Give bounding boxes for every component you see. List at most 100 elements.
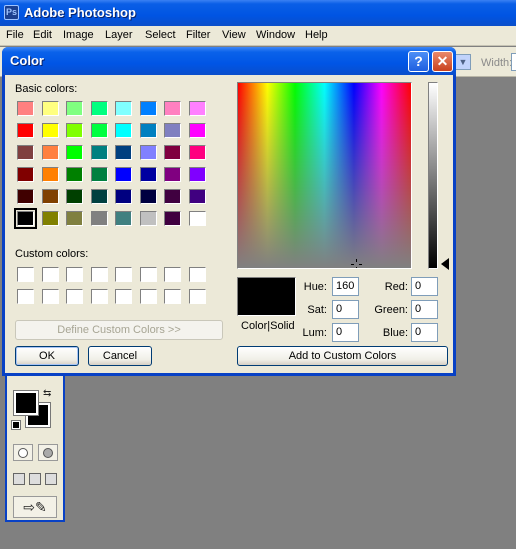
- basic-color-swatch[interactable]: [164, 145, 181, 160]
- menu-select[interactable]: Select: [145, 29, 176, 41]
- basic-color-swatch[interactable]: [164, 211, 181, 226]
- custom-color-swatch[interactable]: [139, 289, 157, 304]
- basic-color-swatch[interactable]: [139, 167, 157, 182]
- basic-color-swatch[interactable]: [188, 101, 206, 116]
- basic-color-swatch[interactable]: [66, 211, 83, 226]
- basic-color-swatch[interactable]: [188, 211, 206, 226]
- basic-color-swatch[interactable]: [17, 145, 34, 160]
- basic-color-swatch[interactable]: [139, 211, 157, 226]
- basic-color-swatch[interactable]: [164, 123, 181, 138]
- custom-color-swatch[interactable]: [17, 289, 34, 304]
- sat-input[interactable]: 0: [332, 300, 359, 319]
- swap-colors-icon[interactable]: ⇆: [43, 388, 51, 399]
- menu-layer[interactable]: Layer: [105, 29, 133, 41]
- basic-color-swatch[interactable]: [17, 101, 34, 116]
- basic-color-swatch[interactable]: [115, 145, 132, 160]
- basic-color-swatch[interactable]: [41, 123, 59, 138]
- full-screen-menu-mode-button[interactable]: [29, 473, 41, 485]
- custom-color-swatch[interactable]: [164, 289, 181, 304]
- default-colors-icon[interactable]: [11, 420, 21, 430]
- custom-color-swatch[interactable]: [188, 289, 206, 304]
- basic-color-swatch[interactable]: [115, 211, 132, 226]
- custom-color-swatch[interactable]: [164, 267, 181, 282]
- basic-color-swatch[interactable]: [188, 145, 206, 160]
- standard-mode-button[interactable]: [13, 444, 33, 461]
- standard-screen-mode-button[interactable]: [13, 473, 25, 485]
- basic-color-swatch[interactable]: [188, 167, 206, 182]
- custom-color-swatch[interactable]: [41, 267, 59, 282]
- basic-color-swatch[interactable]: [115, 167, 132, 182]
- basic-color-swatch[interactable]: [41, 101, 59, 116]
- cancel-button[interactable]: Cancel: [88, 346, 152, 366]
- basic-color-swatch[interactable]: [139, 101, 157, 116]
- menu-window[interactable]: Window: [256, 29, 295, 41]
- menu-edit[interactable]: Edit: [33, 29, 52, 41]
- basic-color-swatch[interactable]: [164, 189, 181, 204]
- menu-help[interactable]: Help: [305, 29, 328, 41]
- custom-color-swatch[interactable]: [17, 267, 34, 282]
- custom-color-swatch[interactable]: [188, 267, 206, 282]
- custom-color-swatch[interactable]: [66, 267, 83, 282]
- basic-color-swatch[interactable]: [139, 145, 157, 160]
- basic-color-swatch[interactable]: [41, 167, 59, 182]
- jump-to-imageready-button[interactable]: ⇨✎: [13, 496, 57, 518]
- basic-color-swatch[interactable]: [66, 189, 83, 204]
- width-input[interactable]: [511, 53, 516, 71]
- basic-color-swatch[interactable]: [41, 145, 59, 160]
- basic-color-swatch[interactable]: [41, 189, 59, 204]
- menu-view[interactable]: View: [222, 29, 246, 41]
- basic-color-swatch[interactable]: [90, 123, 108, 138]
- menu-image[interactable]: Image: [63, 29, 94, 41]
- basic-color-swatch[interactable]: [164, 167, 181, 182]
- green-input[interactable]: 0: [411, 300, 438, 319]
- basic-color-swatch[interactable]: [90, 101, 108, 116]
- basic-color-swatch[interactable]: [115, 123, 132, 138]
- basic-color-swatch[interactable]: [66, 123, 83, 138]
- basic-color-swatch[interactable]: [90, 211, 108, 226]
- close-button[interactable]: ✕: [432, 51, 453, 72]
- green-label: Green:: [374, 304, 408, 316]
- menu-filter[interactable]: Filter: [186, 29, 210, 41]
- basic-color-swatch[interactable]: [41, 211, 59, 226]
- luminance-slider[interactable]: [428, 82, 438, 269]
- quick-mask-mode-button[interactable]: [38, 444, 58, 461]
- color-spectrum-picker[interactable]: [237, 82, 412, 269]
- custom-color-swatch[interactable]: [115, 267, 132, 282]
- basic-color-swatch[interactable]: [188, 123, 206, 138]
- basic-color-swatch[interactable]: [66, 167, 83, 182]
- style-dropdown-button[interactable]: ▼: [455, 54, 471, 70]
- basic-color-swatch[interactable]: [17, 167, 34, 182]
- basic-color-swatch[interactable]: [17, 123, 34, 138]
- foreground-color-swatch[interactable]: [13, 390, 39, 416]
- add-to-custom-colors-button[interactable]: Add to Custom Colors: [237, 346, 448, 366]
- luminance-arrow-icon[interactable]: [441, 258, 449, 270]
- full-screen-mode-button[interactable]: [45, 473, 57, 485]
- red-input[interactable]: 0: [411, 277, 438, 296]
- menu-file[interactable]: File: [6, 29, 24, 41]
- ok-button[interactable]: OK: [15, 346, 79, 366]
- basic-color-swatch[interactable]: [115, 189, 132, 204]
- basic-color-swatch[interactable]: [164, 101, 181, 116]
- basic-color-swatch[interactable]: [66, 101, 83, 116]
- custom-color-swatch[interactable]: [90, 267, 108, 282]
- custom-color-swatch[interactable]: [90, 289, 108, 304]
- basic-color-swatch[interactable]: [188, 189, 206, 204]
- basic-color-swatch[interactable]: [90, 167, 108, 182]
- basic-color-swatch[interactable]: [17, 189, 34, 204]
- help-button[interactable]: ?: [408, 51, 429, 72]
- custom-color-swatch[interactable]: [115, 289, 132, 304]
- custom-color-swatch[interactable]: [41, 289, 59, 304]
- basic-color-swatch[interactable]: [139, 189, 157, 204]
- basic-color-swatch[interactable]: [115, 101, 132, 116]
- lum-input[interactable]: 0: [332, 323, 359, 342]
- basic-color-swatch[interactable]: [90, 189, 108, 204]
- basic-color-swatch[interactable]: [90, 145, 108, 160]
- hue-input[interactable]: 160: [332, 277, 359, 296]
- spectrum-crosshair-icon[interactable]: [351, 259, 362, 268]
- blue-input[interactable]: 0: [411, 323, 438, 342]
- basic-color-swatch[interactable]: [66, 145, 83, 160]
- basic-color-swatch[interactable]: [14, 208, 37, 229]
- basic-color-swatch[interactable]: [139, 123, 157, 138]
- custom-color-swatch[interactable]: [139, 267, 157, 282]
- custom-color-swatch[interactable]: [66, 289, 83, 304]
